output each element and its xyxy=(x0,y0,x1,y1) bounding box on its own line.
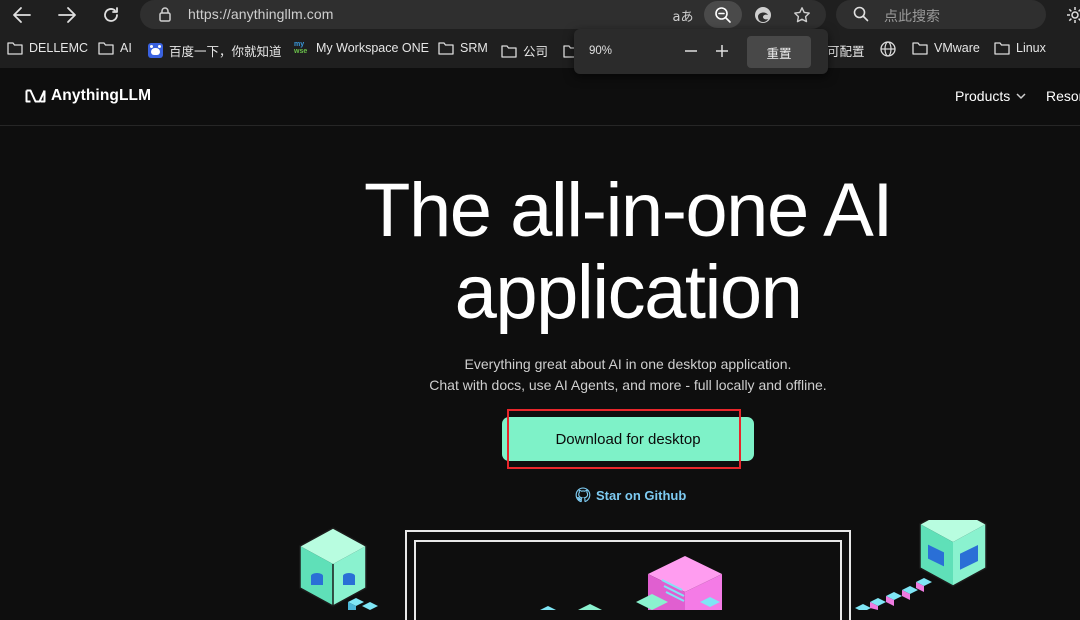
github-icon xyxy=(575,487,591,503)
back-button[interactable] xyxy=(9,3,35,27)
nav-resources[interactable]: Resor xyxy=(1046,88,1080,104)
star-on-github-link[interactable]: Star on Github xyxy=(575,487,686,503)
annotation-highlight-box xyxy=(507,409,741,469)
hero-title-line1: The all-in-one AI xyxy=(364,168,893,253)
bookmark-ai[interactable]: AI xyxy=(98,41,132,55)
bookmark-globe[interactable] xyxy=(880,41,902,57)
zoom-plus-button[interactable] xyxy=(711,40,733,62)
folder-icon xyxy=(501,44,517,58)
site-header: AnythingLLM Products Resor xyxy=(0,68,1080,126)
hero-subtitle-line1: Everything great about AI in one desktop… xyxy=(464,356,792,372)
bookmarks-bar: DELLEMC AI 百度一下，你就知道 my wse My Workspace … xyxy=(0,38,1080,62)
right-block-staircase xyxy=(855,578,932,610)
bookmark-srm[interactable]: SRM xyxy=(438,41,488,55)
left-small-blocks xyxy=(348,598,378,610)
zoom-reset-button[interactable]: 重置 xyxy=(747,36,811,68)
bookmark-company[interactable]: 公司 xyxy=(501,41,548,60)
plus-icon xyxy=(716,45,728,57)
hero-title-line2: application xyxy=(454,250,803,335)
read-aloud-icon[interactable]: aあ xyxy=(670,3,696,27)
site-logo[interactable]: AnythingLLM xyxy=(25,87,151,105)
bookmark-workspace-one[interactable]: my wse My Workspace ONE xyxy=(294,41,429,55)
folder-icon xyxy=(7,42,23,55)
left-database-cube xyxy=(299,527,367,607)
nav-products[interactable]: Products xyxy=(955,88,1027,104)
search-icon xyxy=(853,6,869,27)
search-placeholder[interactable]: 点此搜索 xyxy=(884,6,940,26)
favorite-star-icon[interactable] xyxy=(789,3,815,27)
zoom-out-icon[interactable] xyxy=(704,1,742,28)
hero-subtitle-line2: Chat with docs, use AI Agents, and more … xyxy=(429,377,827,393)
folder-icon xyxy=(438,42,454,55)
bookmark-vmware[interactable]: VMware xyxy=(912,41,980,55)
zoom-popup: 90% 重置 xyxy=(574,29,828,74)
folder-icon xyxy=(994,42,1010,55)
forward-button[interactable] xyxy=(54,3,80,27)
url-text[interactable]: https://anythingllm.com xyxy=(188,6,333,22)
center-small-blocks xyxy=(540,604,602,610)
globe-icon xyxy=(880,41,896,57)
bookmark-baidu[interactable]: 百度一下，你就知道 xyxy=(148,41,282,60)
edge-extension-icon[interactable] xyxy=(750,3,776,27)
arrow-right-icon xyxy=(58,7,76,23)
logo-text: AnythingLLM xyxy=(51,87,152,104)
arrow-left-icon xyxy=(13,7,31,23)
isometric-illustration xyxy=(299,520,987,610)
address-bar[interactable]: https://anythingllm.com aあ xyxy=(140,0,826,29)
right-server-cube xyxy=(919,520,987,587)
search-box[interactable]: 点此搜索 xyxy=(836,0,1046,29)
refresh-button[interactable] xyxy=(98,3,124,27)
lock-icon[interactable] xyxy=(158,6,172,27)
zoom-minus-button[interactable] xyxy=(680,40,702,62)
workspace-one-icon: my wse xyxy=(294,41,308,55)
bookmark-dellemc[interactable]: DELLEMC xyxy=(7,41,88,55)
zoom-level-text: 90% xyxy=(589,45,613,57)
refresh-icon xyxy=(104,7,118,22)
folder-icon xyxy=(912,42,928,55)
baidu-icon xyxy=(148,43,163,58)
minus-icon xyxy=(685,50,697,52)
settings-icon[interactable] xyxy=(1062,3,1080,27)
anythingllm-logo-icon xyxy=(25,89,46,103)
bookmark-linux[interactable]: Linux xyxy=(994,41,1046,55)
center-cube-stack xyxy=(636,556,722,610)
browser-toolbar: https://anythingllm.com aあ 点此搜索 DELLEMC … xyxy=(0,0,1080,68)
folder-icon xyxy=(98,42,114,55)
chevron-down-icon xyxy=(1016,93,1026,100)
